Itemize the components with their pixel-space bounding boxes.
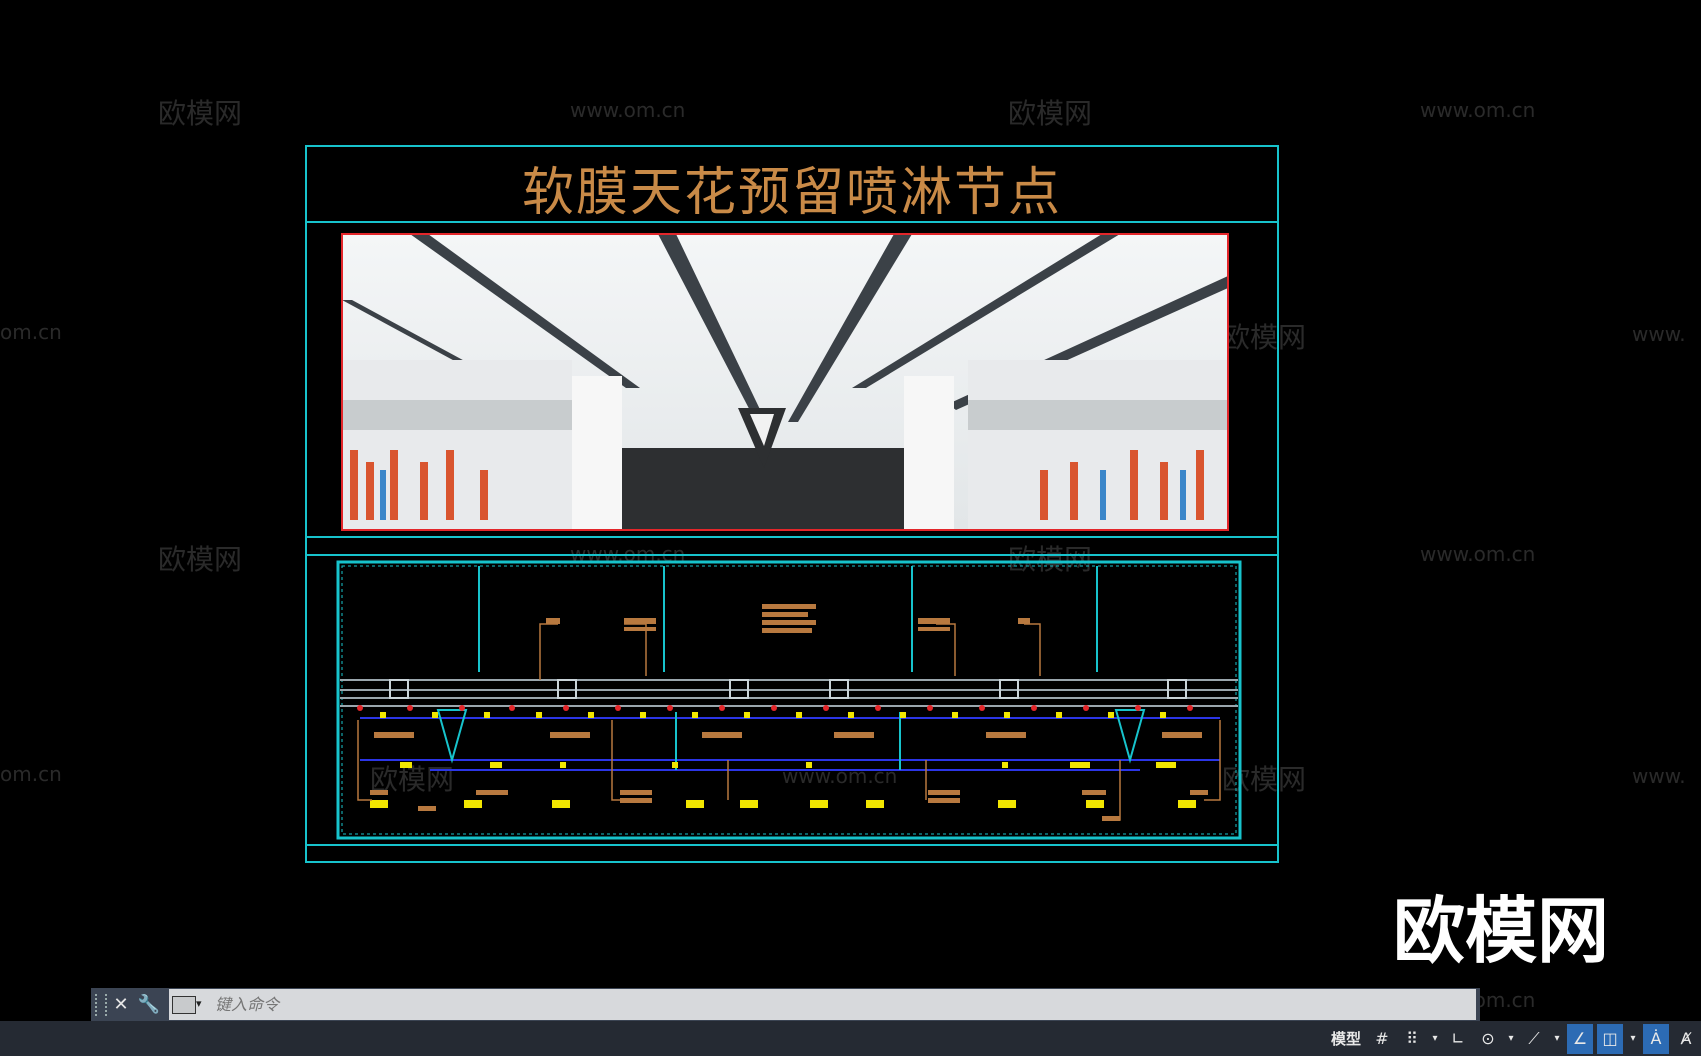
drawing-title: 软膜天花预留喷淋节点: [521, 163, 1062, 223]
chevron-down-icon[interactable]: ▾: [1505, 1024, 1517, 1054]
close-icon[interactable]: ✕: [107, 994, 135, 1015]
polar-icon[interactable]: ⊙: [1475, 1024, 1501, 1054]
workspace-icon[interactable]: Ⱥ: [1673, 1024, 1699, 1054]
osnap-track-icon[interactable]: ⟋: [1521, 1024, 1547, 1054]
brand-logo: 欧模网: [1393, 889, 1610, 973]
snap-icon[interactable]: ⠿: [1399, 1024, 1425, 1054]
section-detail: [336, 560, 1242, 840]
command-prompt-icon[interactable]: [172, 996, 196, 1014]
command-line-bar: ✕ 🔧: [91, 988, 1480, 1021]
chevron-down-icon[interactable]: ▾: [1627, 1024, 1639, 1054]
wrench-icon[interactable]: 🔧: [135, 994, 163, 1015]
selection-cycle-icon[interactable]: ◫: [1597, 1023, 1623, 1054]
chevron-down-icon[interactable]: ▾: [1551, 1024, 1563, 1054]
chevron-down-icon[interactable]: ▾: [1429, 1024, 1441, 1054]
annotation-icon[interactable]: Ȧ: [1643, 1023, 1669, 1054]
status-bar: 模型 # ⠿ ▾ ∟ ⊙ ▾ ⟋ ▾ ∠ ◫ ▾ Ȧ Ⱥ: [0, 1021, 1701, 1056]
command-input[interactable]: [169, 989, 1476, 1020]
lineweight-icon[interactable]: ∠: [1567, 1023, 1593, 1054]
chevron-down-icon[interactable]: ▾: [196, 997, 202, 1010]
drag-handle[interactable]: [95, 993, 107, 1016]
reference-photo: [341, 233, 1229, 531]
model-tab[interactable]: 模型: [1327, 1024, 1365, 1054]
ortho-icon[interactable]: ∟: [1445, 1024, 1471, 1054]
grid-icon[interactable]: #: [1369, 1024, 1395, 1054]
